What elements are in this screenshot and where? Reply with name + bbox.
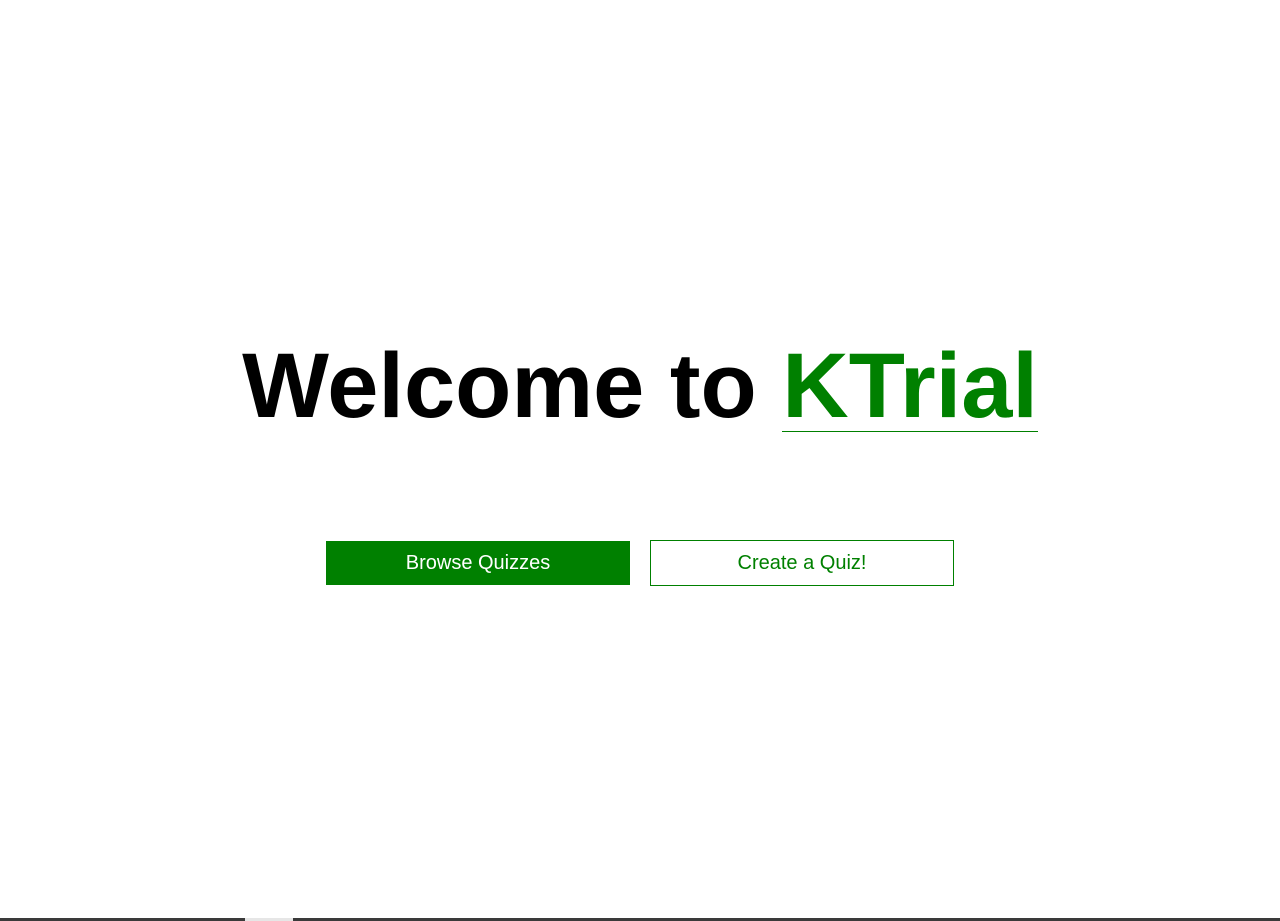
title-prefix: Welcome to — [242, 335, 783, 437]
page: Welcome to KTrial Browse Quizzes Create … — [0, 0, 1280, 921]
action-buttons: Browse Quizzes Create a Quiz! — [326, 540, 954, 586]
create-quiz-button[interactable]: Create a Quiz! — [650, 540, 954, 586]
page-title: Welcome to KTrial — [0, 336, 1280, 436]
browse-quizzes-button[interactable]: Browse Quizzes — [326, 541, 630, 585]
brand-link[interactable]: KTrial — [782, 340, 1038, 432]
